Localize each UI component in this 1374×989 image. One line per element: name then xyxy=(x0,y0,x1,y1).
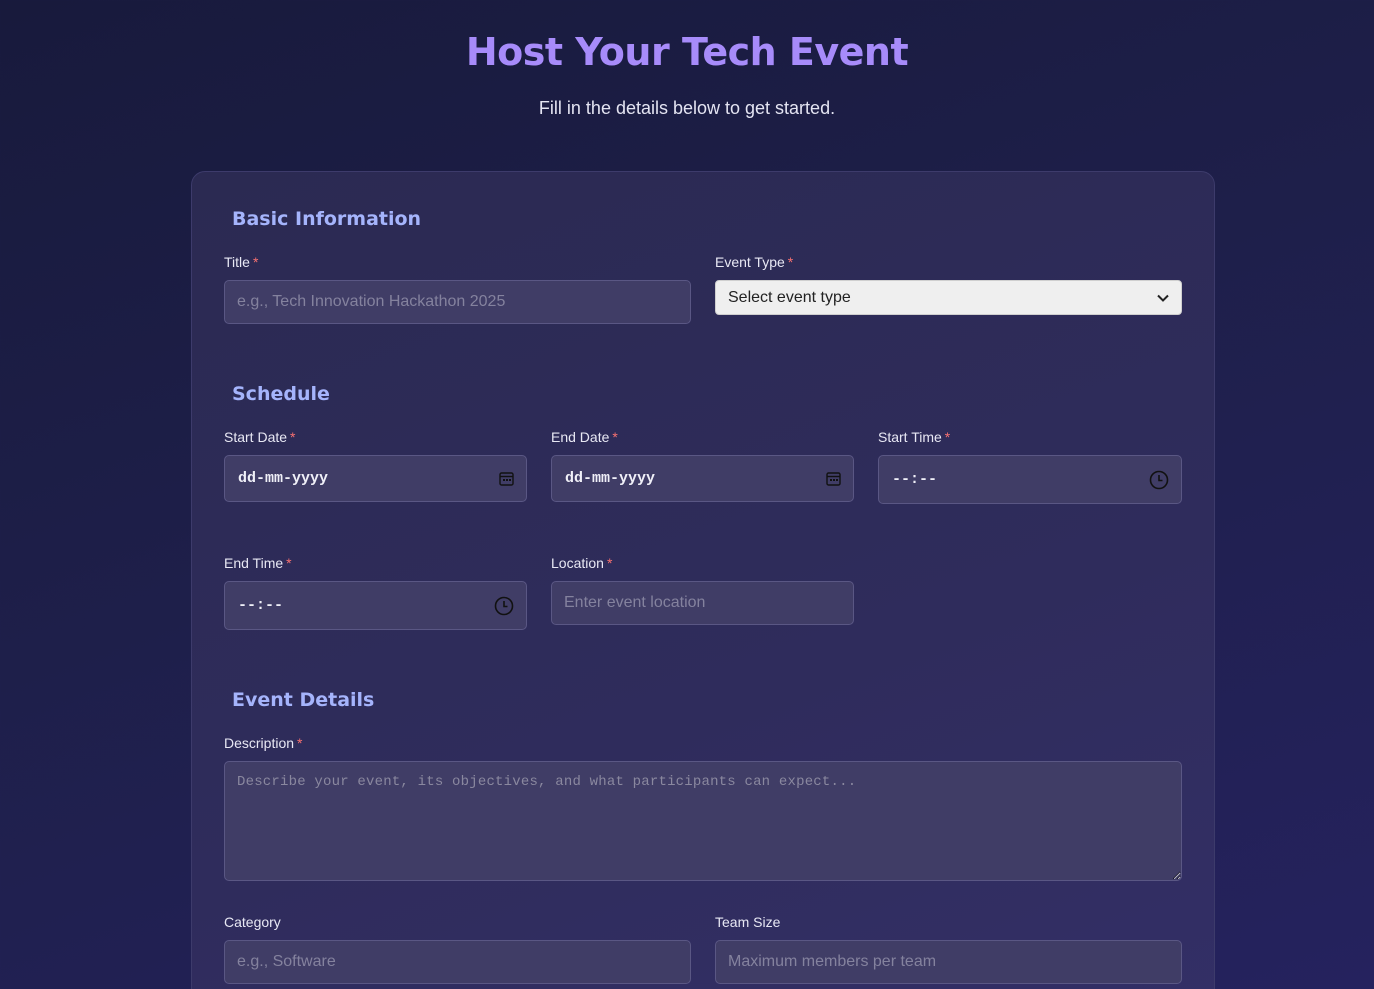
event-type-label: Event Type * xyxy=(715,254,794,270)
calendar-icon[interactable] xyxy=(826,471,841,486)
location-field: Location * xyxy=(551,555,854,625)
team-size-input[interactable] xyxy=(715,940,1182,984)
event-type-field: Event Type * Select event type xyxy=(715,254,1182,315)
page-title: Host Your Tech Event xyxy=(465,30,909,74)
calendar-icon[interactable] xyxy=(499,471,514,486)
page-header: Host Your Tech Event Fill in the details… xyxy=(0,0,1374,119)
start-time-input[interactable]: --:-- xyxy=(878,455,1182,504)
section-title-details: Event Details xyxy=(232,689,375,711)
end-time-value: --:-- xyxy=(238,597,284,614)
section-title-schedule: Schedule xyxy=(232,383,330,405)
category-field: Category xyxy=(224,914,691,984)
start-date-input[interactable]: dd-mm-yyyy xyxy=(224,455,527,502)
location-label: Location * xyxy=(551,555,613,571)
section-title-basic: Basic Information xyxy=(232,208,422,230)
page-subtitle: Fill in the details below to get started… xyxy=(538,98,836,118)
team-size-field: Team Size xyxy=(715,914,1182,984)
event-type-selected-value: Select event type xyxy=(728,288,851,306)
description-field: Description * xyxy=(224,735,1182,881)
event-form-card: Basic Information Title* Event Type* Sel… xyxy=(191,171,1215,989)
end-date-label: End Date * xyxy=(551,429,618,445)
end-date-value: dd-mm-yyyy xyxy=(565,470,656,487)
title-input[interactable] xyxy=(224,280,691,324)
end-date-field: End Date * dd-mm-yyyy xyxy=(551,429,854,502)
end-time-input[interactable]: --:-- xyxy=(224,581,527,630)
end-date-input[interactable]: dd-mm-yyyy xyxy=(551,455,854,502)
start-date-label: Start Date * xyxy=(224,429,296,445)
start-time-value: --:-- xyxy=(892,471,938,488)
start-date-field: Start Date * dd-mm-yyyy xyxy=(224,429,527,502)
category-label: Category xyxy=(224,914,281,930)
title-label: Title * xyxy=(224,254,259,270)
end-time-field: End Time * --:-- xyxy=(224,555,527,630)
description-label: Description * xyxy=(224,735,303,751)
title-field: Title * xyxy=(224,254,691,324)
team-size-label: Team Size xyxy=(715,914,781,930)
category-input[interactable] xyxy=(224,940,691,984)
start-time-field: Start Time * --:-- xyxy=(878,429,1182,504)
start-time-label: Start Time * xyxy=(878,429,951,445)
event-type-select[interactable]: Select event type xyxy=(715,280,1182,315)
description-textarea[interactable] xyxy=(224,761,1182,881)
location-input[interactable] xyxy=(551,581,854,625)
chevron-down-icon xyxy=(1157,294,1169,302)
clock-icon[interactable] xyxy=(494,596,514,616)
end-time-label: End Time * xyxy=(224,555,292,571)
clock-icon[interactable] xyxy=(1149,470,1169,490)
start-date-value: dd-mm-yyyy xyxy=(238,470,329,487)
